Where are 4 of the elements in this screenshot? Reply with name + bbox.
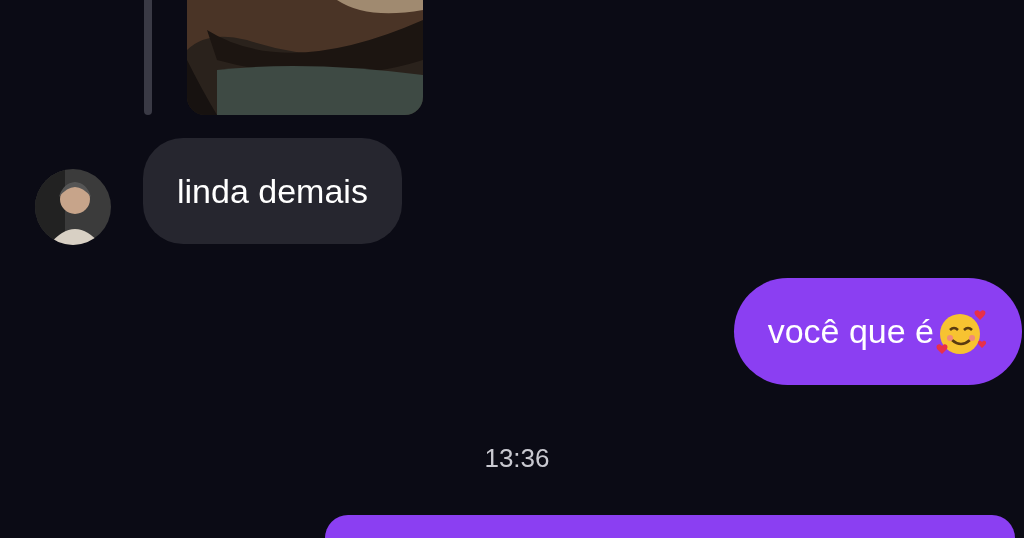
timestamp: 13:36 [484,443,550,474]
received-message: linda demais [143,138,402,244]
smiling-face-with-hearts-icon [936,307,988,356]
message-text: você que é [767,312,934,351]
